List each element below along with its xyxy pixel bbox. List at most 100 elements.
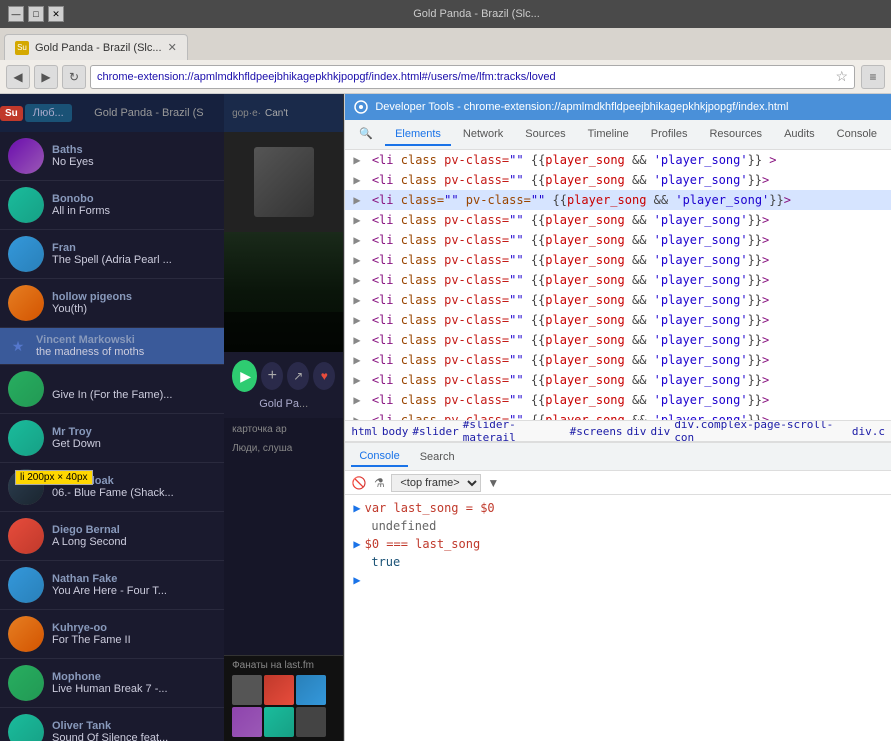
list-item[interactable]: Nathan Fake You Are Here - Four T... <box>0 561 224 610</box>
element-row[interactable]: ▶ <li class pv-class="" {{player_song &&… <box>345 250 891 270</box>
tab-audits[interactable]: Audits <box>774 124 825 146</box>
element-row[interactable]: ▶ <li class pv-class="" {{player_song &&… <box>345 170 891 190</box>
list-item[interactable]: ★ Vincent Markowski the madness of moths <box>0 328 224 365</box>
breadcrumb-body[interactable]: body <box>382 425 409 438</box>
console-settings-btn[interactable]: ▼ <box>485 475 501 491</box>
list-item[interactable]: Mr Troy Get Down <box>0 414 224 463</box>
fan-avatar <box>296 707 326 737</box>
list-item[interactable]: Mophone Live Human Break 7 -... <box>0 659 224 708</box>
album-overlay <box>224 312 343 352</box>
breadcrumb-slider-mat[interactable]: #slider-materail <box>463 420 566 442</box>
tab-profiles[interactable]: Profiles <box>641 124 698 146</box>
element-row[interactable]: ▶ <li class pv-class="" {{player_song &&… <box>345 230 891 250</box>
element-row[interactable]: ▶ <li class pv-class="" {{player_song &&… <box>345 330 891 350</box>
breadcrumb-html[interactable]: html <box>351 425 378 438</box>
browser-menu-btn[interactable]: ≡ <box>861 65 885 89</box>
console-output-true: true <box>371 554 400 570</box>
fans-section: Фанаты на last.fm <box>224 655 343 741</box>
active-indicator: ★ <box>8 338 28 355</box>
element-row[interactable]: ▶ <li class pv-class="" {{player_song &&… <box>345 370 891 390</box>
tab-network[interactable]: Network <box>453 124 513 146</box>
fan-avatar <box>264 707 294 737</box>
list-item[interactable]: Bonobo All in Forms <box>0 181 224 230</box>
avatar <box>8 518 44 554</box>
track-info: Fran The Spell (Adria Pearl ... <box>52 242 216 266</box>
search-icon: 🔍 <box>359 127 373 140</box>
devtools-panel: Developer Tools - chrome-extension://apm… <box>344 94 891 741</box>
track-name: Sound Of Silence feat... <box>52 732 216 741</box>
console-filter-btn[interactable]: ⚗ <box>371 475 387 491</box>
list-item[interactable]: Give In (For the Fame)... <box>0 365 224 414</box>
breadcrumb-divc[interactable]: div.c <box>852 425 885 438</box>
breadcrumb-screens[interactable]: #screens <box>570 425 623 438</box>
tab-elements-label[interactable]: Elements <box>385 124 451 146</box>
forward-button[interactable]: ▶ <box>34 65 58 89</box>
tab-console-label[interactable]: Console <box>351 447 407 467</box>
avatar <box>8 187 44 223</box>
active-tab[interactable]: Su Gold Panda - Brazil (Slc... ✕ <box>4 34 188 60</box>
track-artist: Vincent Markowski <box>36 334 216 346</box>
console-output-undefined: undefined <box>371 518 436 534</box>
tab-search-label[interactable]: Search <box>412 448 463 466</box>
breadcrumb-complex[interactable]: div.complex-page-scroll-con <box>674 420 848 442</box>
attr-val: pv-class= <box>444 153 509 167</box>
list-item[interactable]: hollow pigeons You(th) <box>0 279 224 328</box>
console-line: ▶ $0 === last_song <box>353 535 883 553</box>
expand-arrow: ▶ <box>353 173 360 187</box>
list-item[interactable]: Baths No Eyes <box>0 132 224 181</box>
track-name: All in Forms <box>52 205 216 217</box>
tab-timeline[interactable]: Timeline <box>578 124 639 146</box>
list-item[interactable]: Fran The Spell (Adria Pearl ... <box>0 230 224 279</box>
minimize-btn[interactable]: — <box>8 6 24 22</box>
breadcrumb-div2[interactable]: div <box>650 425 670 438</box>
list-item[interactable]: Kuhrye-oo For The Fame II <box>0 610 224 659</box>
heart-button[interactable]: ♥ <box>313 362 335 390</box>
share-button[interactable]: ↗ <box>287 362 309 390</box>
bookmark-icon[interactable]: ☆ <box>835 68 848 85</box>
back-button[interactable]: ◀ <box>6 65 30 89</box>
breadcrumb-div1[interactable]: div <box>627 425 647 438</box>
reload-button[interactable]: ↻ <box>62 65 86 89</box>
tab-elements[interactable]: 🔍 <box>349 123 383 146</box>
maximize-btn[interactable]: □ <box>28 6 44 22</box>
console-clear-btn[interactable]: 🚫 <box>351 475 367 491</box>
breadcrumb-slider[interactable]: #slider <box>412 425 458 438</box>
nav-btn-loved[interactable]: Люб... <box>25 104 72 122</box>
element-row[interactable]: ▶ <li class pv-class="" {{player_song &&… <box>345 270 891 290</box>
console-tab-bar: Console Search <box>345 443 891 471</box>
devtools-title: Developer Tools - chrome-extension://apm… <box>375 101 883 113</box>
gope-text: gop·e· <box>232 108 261 119</box>
main-area: Su Люб... Gold Panda - Brazil (S li 200p… <box>0 94 891 741</box>
window-controls[interactable]: — □ ✕ <box>8 6 64 22</box>
tab-sources[interactable]: Sources <box>515 124 575 146</box>
tab-resources[interactable]: Resources <box>699 124 772 146</box>
current-track-header: Gold Panda - Brazil (S <box>74 94 224 132</box>
player-track-name: Gold Pa... <box>232 398 335 410</box>
play-button[interactable]: ▶ <box>232 360 257 392</box>
frame-selector[interactable]: <top frame> <box>391 474 481 492</box>
element-row[interactable]: ▶ <li class pv-class="" {{player_song &&… <box>345 150 891 170</box>
tab-console[interactable]: Console <box>827 124 887 146</box>
element-row[interactable]: ▶ <li class pv-class="" {{player_song &&… <box>345 290 891 310</box>
console-prompt-icon: ▶ <box>353 500 360 516</box>
console-line: true <box>353 553 883 571</box>
element-row[interactable]: ▶ <li class pv-class="" {{player_song &&… <box>345 210 891 230</box>
avatar <box>8 665 44 701</box>
fans-label: Фанаты на last.fm <box>232 660 335 671</box>
element-row[interactable]: ▶ <li class pv-class="" {{player_song &&… <box>345 390 891 410</box>
console-input[interactable] <box>365 573 883 587</box>
address-bar[interactable]: chrome-extension://apmlmdkhfldpeejbhikag… <box>90 65 855 89</box>
track-info: Give In (For the Fame)... <box>52 378 216 401</box>
element-row[interactable]: ▶ <li class pv-class="" {{player_song &&… <box>345 350 891 370</box>
tab-close-btn[interactable]: ✕ <box>168 41 177 54</box>
elements-panel: ▶ <li class pv-class="" {{player_song &&… <box>345 150 891 420</box>
url-text: chrome-extension://apmlmdkhfldpeejbhikag… <box>97 71 831 83</box>
track-artist <box>52 378 216 389</box>
list-item[interactable]: Oliver Tank Sound Of Silence feat... <box>0 708 224 741</box>
add-button[interactable]: + <box>261 362 283 390</box>
list-item[interactable]: Diego Bernal A Long Second <box>0 512 224 561</box>
element-row[interactable]: ▶ <li class pv-class="" {{player_song &&… <box>345 410 891 420</box>
element-row-highlighted[interactable]: ▶ <li class="" pv-class="" {{player_song… <box>345 190 891 210</box>
close-btn[interactable]: ✕ <box>48 6 64 22</box>
element-row[interactable]: ▶ <li class pv-class="" {{player_song &&… <box>345 310 891 330</box>
